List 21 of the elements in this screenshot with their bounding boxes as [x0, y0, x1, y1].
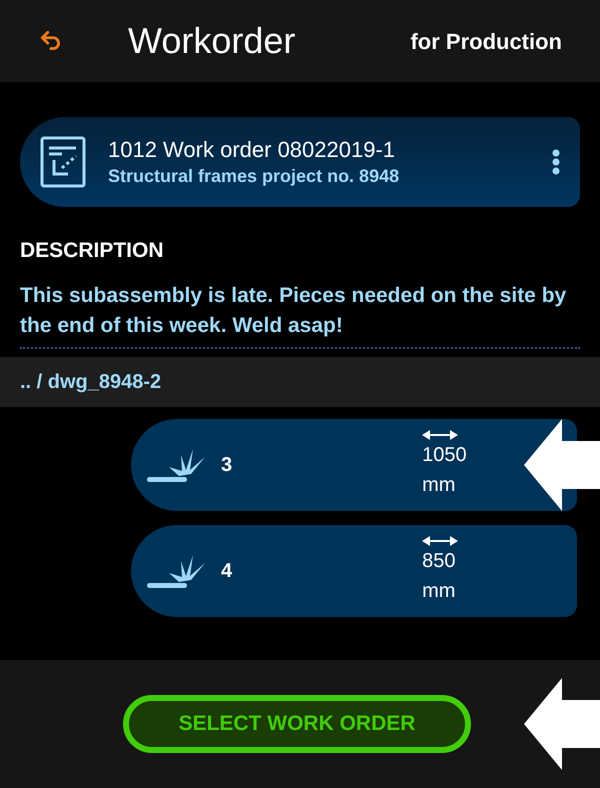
weld-count: 3 — [221, 452, 232, 478]
more-icon[interactable] — [552, 149, 560, 175]
page-subtitle: for Production — [410, 28, 562, 56]
length-unit: mm — [422, 578, 456, 604]
project-name: Structural frames project no. 8948 — [108, 165, 400, 188]
page-title: Workorder — [128, 19, 296, 63]
breadcrumb-path[interactable]: .. / dwg_8948-2 — [20, 366, 162, 396]
drawing-document-icon — [40, 136, 86, 188]
description-heading: DESCRIPTION — [20, 238, 165, 264]
length-arrow-icon — [422, 430, 458, 440]
work-order-title: 1012 Work order 08022019-1 — [108, 136, 396, 164]
length-unit: mm — [422, 472, 456, 498]
description-text: This subassembly is late. Pieces needed on the site by the end of this week. Weld asap! — [20, 280, 580, 348]
select-work-order-button[interactable]: SELECT WORK ORDER — [123, 695, 471, 753]
weld-length: 850 — [422, 548, 456, 574]
length-arrow-icon — [422, 536, 458, 546]
weld-row[interactable]: 3 1050 mm — [131, 418, 577, 510]
weld-length: 1050 — [422, 442, 467, 468]
weld-row[interactable]: 4 850 mm — [131, 524, 577, 616]
work-order-card[interactable]: 1012 Work order 08022019-1 Structural frames project no. 8948 — [20, 117, 580, 207]
weld-count: 4 — [221, 558, 232, 584]
